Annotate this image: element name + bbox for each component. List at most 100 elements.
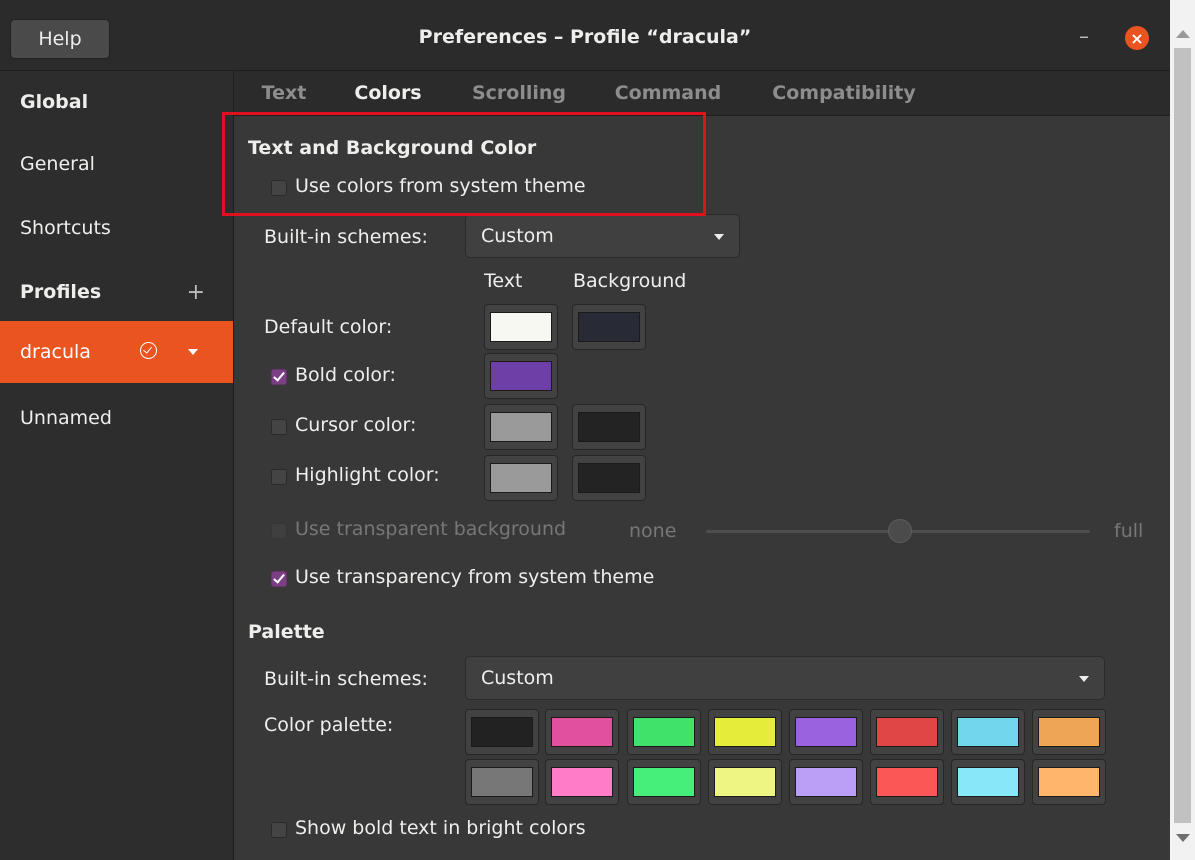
default-background-swatch xyxy=(578,312,640,342)
tab-bar: Text Colors Scrolling Command Compatibil… xyxy=(234,71,1170,116)
tab-scrolling[interactable]: Scrolling xyxy=(466,71,572,115)
bold-color-label: Bold color: xyxy=(295,364,396,386)
profile-label: Unnamed xyxy=(20,407,112,429)
palette-schemes-select[interactable]: Custom xyxy=(465,656,1105,700)
palette-schemes-value: Custom xyxy=(481,667,554,689)
add-profile-icon[interactable]: + xyxy=(187,280,205,305)
tab-compatibility[interactable]: Compatibility xyxy=(766,71,922,115)
palette-color-button[interactable] xyxy=(465,709,539,755)
chevron-down-icon[interactable] xyxy=(188,349,198,355)
chevron-down-icon xyxy=(1079,676,1089,682)
palette-color-swatch xyxy=(471,767,533,797)
transparent-background-checkbox[interactable] xyxy=(271,523,287,539)
transparent-background-label: Use transparent background xyxy=(295,518,567,540)
bold-color-button[interactable] xyxy=(484,353,558,399)
text-column-header: Text xyxy=(484,270,523,292)
bright-bold-label: Show bold text in bright colors xyxy=(295,817,586,839)
sidebar-item-shortcuts[interactable]: Shortcuts xyxy=(0,197,233,259)
system-transparency-checkbox[interactable] xyxy=(271,571,287,587)
titlebar: Help Preferences – Profile “dracula” – × xyxy=(0,0,1170,71)
palette-color-button[interactable] xyxy=(708,709,782,755)
highlight-text-swatch xyxy=(490,463,552,493)
default-text-swatch xyxy=(490,312,552,342)
palette-color-swatch xyxy=(1038,717,1100,747)
default-background-color-button[interactable] xyxy=(572,304,646,350)
palette-color-button[interactable] xyxy=(545,709,619,755)
palette-color-button[interactable] xyxy=(1032,709,1106,755)
palette-color-button[interactable] xyxy=(789,759,863,805)
tab-text[interactable]: Text xyxy=(258,71,310,115)
tab-command[interactable]: Command xyxy=(610,71,726,115)
palette-color-swatch xyxy=(551,717,613,747)
tab-colors[interactable]: Colors xyxy=(344,71,432,115)
background-column-header: Background xyxy=(573,270,687,292)
cursor-background-swatch xyxy=(578,412,640,442)
palette-color-button[interactable] xyxy=(627,759,701,805)
palette-color-button[interactable] xyxy=(708,759,782,805)
cursor-color-label: Cursor color: xyxy=(295,414,417,436)
bold-color-checkbox[interactable] xyxy=(271,369,287,385)
palette-color-swatch xyxy=(876,717,938,747)
cursor-text-swatch xyxy=(490,412,552,442)
palette-color-button[interactable] xyxy=(870,759,944,805)
palette-color-swatch xyxy=(795,767,857,797)
cursor-background-color-button[interactable] xyxy=(572,404,646,450)
bright-bold-checkbox[interactable] xyxy=(271,822,287,838)
highlight-color-checkbox[interactable] xyxy=(271,469,287,485)
cursor-text-color-button[interactable] xyxy=(484,404,558,450)
scroll-down-icon[interactable] xyxy=(1176,834,1190,842)
sidebar-label: Shortcuts xyxy=(20,217,111,239)
builtin-schemes-value: Custom xyxy=(481,225,554,247)
system-transparency-label: Use transparency from system theme xyxy=(295,566,655,588)
sidebar-item-profile-unnamed[interactable]: Unnamed xyxy=(0,387,233,449)
highlight-background-swatch xyxy=(578,463,640,493)
cursor-color-checkbox[interactable] xyxy=(271,419,287,435)
section-title-palette: Palette xyxy=(248,621,325,643)
palette-color-button[interactable] xyxy=(870,709,944,755)
scrollbar-thumb[interactable] xyxy=(1174,48,1191,823)
palette-color-button[interactable] xyxy=(545,759,619,805)
highlight-annotation-box xyxy=(222,112,706,216)
palette-color-swatch xyxy=(795,717,857,747)
palette-color-swatch xyxy=(714,767,776,797)
palette-builtin-schemes-label: Built-in schemes: xyxy=(264,668,428,690)
sidebar-label: Profiles xyxy=(20,281,102,303)
palette-color-button[interactable] xyxy=(465,759,539,805)
palette-color-button[interactable] xyxy=(951,759,1025,805)
palette-color-swatch xyxy=(633,767,695,797)
highlight-color-label: Highlight color: xyxy=(295,464,440,486)
sidebar-header-global: Global xyxy=(0,71,233,133)
default-text-color-button[interactable] xyxy=(484,304,558,350)
transparency-slider-handle[interactable] xyxy=(888,519,912,543)
transparency-max-label: full xyxy=(1114,520,1144,542)
palette-color-swatch xyxy=(633,717,695,747)
scroll-up-icon[interactable] xyxy=(1176,30,1190,38)
transparency-min-label: none xyxy=(629,520,677,542)
chevron-down-icon xyxy=(714,234,724,240)
close-button[interactable]: × xyxy=(1125,26,1149,50)
sidebar: Global General Shortcuts Profiles + drac… xyxy=(0,71,234,860)
sidebar-header-profiles: Profiles + xyxy=(0,261,233,323)
sidebar-label: General xyxy=(20,153,95,175)
palette-color-button[interactable] xyxy=(1032,759,1106,805)
palette-color-swatch xyxy=(714,717,776,747)
highlight-background-color-button[interactable] xyxy=(572,455,646,501)
preferences-window: Help Preferences – Profile “dracula” – ×… xyxy=(0,0,1170,860)
window-title: Preferences – Profile “dracula” xyxy=(418,26,752,48)
highlight-text-color-button[interactable] xyxy=(484,455,558,501)
palette-color-button[interactable] xyxy=(627,709,701,755)
page-scrollbar[interactable] xyxy=(1170,0,1195,860)
bold-color-swatch xyxy=(490,361,552,391)
minimize-button[interactable]: – xyxy=(1074,24,1094,48)
sidebar-item-profile-dracula[interactable]: dracula xyxy=(0,321,233,383)
default-profile-check-icon xyxy=(140,342,157,359)
palette-color-button[interactable] xyxy=(789,709,863,755)
profile-label: dracula xyxy=(20,341,91,363)
palette-color-button[interactable] xyxy=(951,709,1025,755)
sidebar-item-general[interactable]: General xyxy=(0,133,233,195)
color-palette-label: Color palette: xyxy=(264,714,394,736)
palette-color-swatch xyxy=(1038,767,1100,797)
builtin-schemes-label: Built-in schemes: xyxy=(264,226,428,248)
builtin-schemes-select[interactable]: Custom xyxy=(465,214,740,258)
palette-color-swatch xyxy=(876,767,938,797)
